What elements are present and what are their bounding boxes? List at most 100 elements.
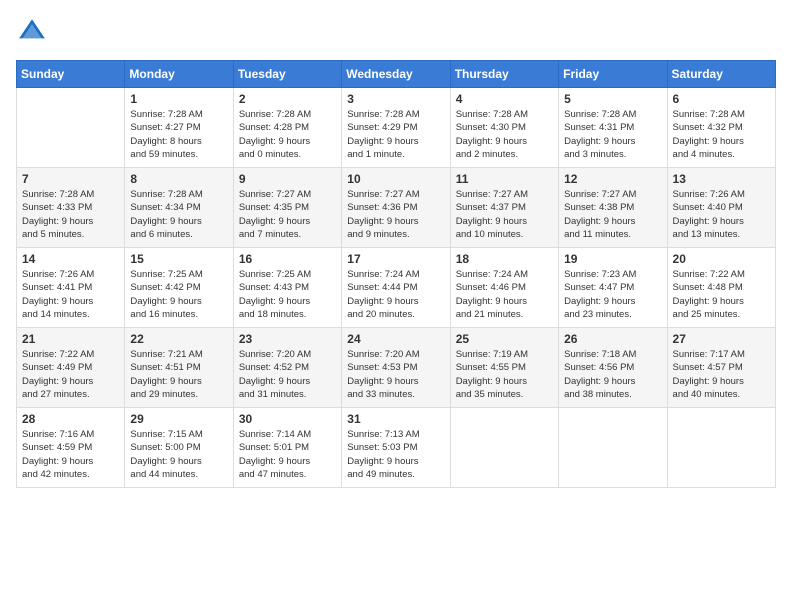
day-cell: 10Sunrise: 7:27 AM Sunset: 4:36 PM Dayli… (342, 168, 450, 248)
weekday-tuesday: Tuesday (233, 61, 341, 88)
day-info: Sunrise: 7:25 AM Sunset: 4:43 PM Dayligh… (239, 268, 336, 321)
day-cell: 31 Sunrise: 7:13 AM Sunset: 5:03 PM Dayli… (342, 408, 450, 488)
day-number: 25 (456, 332, 553, 346)
day-cell: 7 Sunrise: 7:28 AM Sunset: 4:33 PM Daylig… (17, 168, 125, 248)
day-info: Sunrise: 7:19 AM Sunset: 4:55 PM Dayligh… (456, 348, 553, 401)
day-info: Sunrise: 7:27 AM Sunset: 4:37 PM Dayligh… (456, 188, 553, 241)
day-cell (667, 408, 775, 488)
day-info: Sunrise: 7:26 AM Sunset: 4:41 PM Dayligh… (22, 268, 119, 321)
day-number: 7 (22, 172, 119, 186)
day-info: Sunrise: 7:18 AM Sunset: 4:56 PM Dayligh… (564, 348, 661, 401)
weekday-wednesday: Wednesday (342, 61, 450, 88)
logo-icon (16, 16, 48, 48)
day-number: 6 (673, 92, 770, 106)
day-info: Sunrise: 7:24 AM Sunset: 4:46 PM Dayligh… (456, 268, 553, 321)
day-info: Sunrise: 7:17 AM Sunset: 4:57 PM Dayligh… (673, 348, 770, 401)
day-info: Sunrise: 7:26 AM Sunset: 4:40 PM Dayligh… (673, 188, 770, 241)
day-number: 2 (239, 92, 336, 106)
day-info: Sunrise: 7:16 AM Sunset: 4:59 PM Dayligh… (22, 428, 119, 481)
day-cell (450, 408, 558, 488)
day-cell: 21 Sunrise: 7:22 AM Sunset: 4:49 PM Dayli… (17, 328, 125, 408)
day-number: 26 (564, 332, 661, 346)
day-number: 22 (130, 332, 227, 346)
day-number: 14 (22, 252, 119, 266)
day-cell: 28 Sunrise: 7:16 AM Sunset: 4:59 PM Dayli… (17, 408, 125, 488)
day-number: 13 (673, 172, 770, 186)
day-number: 21 (22, 332, 119, 346)
week-row-0: 1 Sunrise: 7:28 AM Sunset: 4:27 PM Daylig… (17, 88, 776, 168)
day-cell: 8 Sunrise: 7:28 AM Sunset: 4:34 PM Daylig… (125, 168, 233, 248)
day-cell: 12 Sunrise: 7:27 AM Sunset: 4:38 PM Dayli… (559, 168, 667, 248)
day-number: 31 (347, 412, 444, 426)
day-info: Sunrise: 7:28 AM Sunset: 4:34 PM Dayligh… (130, 188, 227, 241)
day-cell: 20 Sunrise: 7:22 AM Sunset: 4:48 PM Dayli… (667, 248, 775, 328)
day-number: 24 (347, 332, 444, 346)
page-header (16, 16, 776, 48)
day-number: 4 (456, 92, 553, 106)
day-cell: 6 Sunrise: 7:28 AM Sunset: 4:32 PM Daylig… (667, 88, 775, 168)
week-row-4: 28 Sunrise: 7:16 AM Sunset: 4:59 PM Dayli… (17, 408, 776, 488)
day-cell: 15 Sunrise: 7:25 AM Sunset: 4:42 PM Dayli… (125, 248, 233, 328)
day-info: Sunrise: 7:22 AM Sunset: 4:48 PM Dayligh… (673, 268, 770, 321)
day-info: Sunrise: 7:14 AM Sunset: 5:01 PM Dayligh… (239, 428, 336, 481)
day-info: Sunrise: 7:28 AM Sunset: 4:28 PM Dayligh… (239, 108, 336, 161)
weekday-header-row: SundayMondayTuesdayWednesdayThursdayFrid… (17, 61, 776, 88)
day-cell: 29 Sunrise: 7:15 AM Sunset: 5:00 PM Dayli… (125, 408, 233, 488)
day-info: Sunrise: 7:24 AM Sunset: 4:44 PM Dayligh… (347, 268, 444, 321)
day-cell: 23Sunrise: 7:20 AM Sunset: 4:52 PM Dayli… (233, 328, 341, 408)
day-info: Sunrise: 7:28 AM Sunset: 4:30 PM Dayligh… (456, 108, 553, 161)
day-cell: 22 Sunrise: 7:21 AM Sunset: 4:51 PM Dayli… (125, 328, 233, 408)
day-info: Sunrise: 7:27 AM Sunset: 4:38 PM Dayligh… (564, 188, 661, 241)
day-cell: 25 Sunrise: 7:19 AM Sunset: 4:55 PM Dayli… (450, 328, 558, 408)
day-number: 28 (22, 412, 119, 426)
day-info: Sunrise: 7:28 AM Sunset: 4:32 PM Dayligh… (673, 108, 770, 161)
day-info: Sunrise: 7:28 AM Sunset: 4:33 PM Dayligh… (22, 188, 119, 241)
day-number: 29 (130, 412, 227, 426)
day-number: 3 (347, 92, 444, 106)
day-cell: 11 Sunrise: 7:27 AM Sunset: 4:37 PM Dayli… (450, 168, 558, 248)
day-number: 15 (130, 252, 227, 266)
day-info: Sunrise: 7:13 AM Sunset: 5:03 PM Dayligh… (347, 428, 444, 481)
day-cell: 4 Sunrise: 7:28 AM Sunset: 4:30 PM Daylig… (450, 88, 558, 168)
day-info: Sunrise: 7:28 AM Sunset: 4:27 PM Dayligh… (130, 108, 227, 161)
day-number: 9 (239, 172, 336, 186)
day-cell (17, 88, 125, 168)
day-info: Sunrise: 7:25 AM Sunset: 4:42 PM Dayligh… (130, 268, 227, 321)
day-info: Sunrise: 7:21 AM Sunset: 4:51 PM Dayligh… (130, 348, 227, 401)
day-info: Sunrise: 7:20 AM Sunset: 4:53 PM Dayligh… (347, 348, 444, 401)
day-info: Sunrise: 7:28 AM Sunset: 4:31 PM Dayligh… (564, 108, 661, 161)
day-info: Sunrise: 7:15 AM Sunset: 5:00 PM Dayligh… (130, 428, 227, 481)
day-number: 16 (239, 252, 336, 266)
day-number: 30 (239, 412, 336, 426)
day-info: Sunrise: 7:22 AM Sunset: 4:49 PM Dayligh… (22, 348, 119, 401)
day-info: Sunrise: 7:28 AM Sunset: 4:29 PM Dayligh… (347, 108, 444, 161)
day-number: 5 (564, 92, 661, 106)
day-number: 20 (673, 252, 770, 266)
day-cell: 19Sunrise: 7:23 AM Sunset: 4:47 PM Dayli… (559, 248, 667, 328)
day-cell: 24 Sunrise: 7:20 AM Sunset: 4:53 PM Dayli… (342, 328, 450, 408)
week-row-3: 21 Sunrise: 7:22 AM Sunset: 4:49 PM Dayli… (17, 328, 776, 408)
calendar-body: 1 Sunrise: 7:28 AM Sunset: 4:27 PM Daylig… (17, 88, 776, 488)
logo (16, 16, 52, 48)
week-row-2: 14 Sunrise: 7:26 AM Sunset: 4:41 PM Dayli… (17, 248, 776, 328)
day-number: 12 (564, 172, 661, 186)
day-cell: 3 Sunrise: 7:28 AM Sunset: 4:29 PM Daylig… (342, 88, 450, 168)
day-cell: 5 Sunrise: 7:28 AM Sunset: 4:31 PM Daylig… (559, 88, 667, 168)
day-cell: 1 Sunrise: 7:28 AM Sunset: 4:27 PM Daylig… (125, 88, 233, 168)
day-cell: 17Sunrise: 7:24 AM Sunset: 4:44 PM Dayli… (342, 248, 450, 328)
day-number: 23 (239, 332, 336, 346)
day-number: 1 (130, 92, 227, 106)
day-cell: 27Sunrise: 7:17 AM Sunset: 4:57 PM Dayli… (667, 328, 775, 408)
week-row-1: 7 Sunrise: 7:28 AM Sunset: 4:33 PM Daylig… (17, 168, 776, 248)
calendar-table: SundayMondayTuesdayWednesdayThursdayFrid… (16, 60, 776, 488)
weekday-sunday: Sunday (17, 61, 125, 88)
day-cell: 26 Sunrise: 7:18 AM Sunset: 4:56 PM Dayli… (559, 328, 667, 408)
weekday-friday: Friday (559, 61, 667, 88)
day-number: 11 (456, 172, 553, 186)
day-cell: 14 Sunrise: 7:26 AM Sunset: 4:41 PM Dayli… (17, 248, 125, 328)
day-number: 8 (130, 172, 227, 186)
day-cell: 2 Sunrise: 7:28 AM Sunset: 4:28 PM Daylig… (233, 88, 341, 168)
day-number: 18 (456, 252, 553, 266)
day-info: Sunrise: 7:27 AM Sunset: 4:36 PM Dayligh… (347, 188, 444, 241)
weekday-monday: Monday (125, 61, 233, 88)
